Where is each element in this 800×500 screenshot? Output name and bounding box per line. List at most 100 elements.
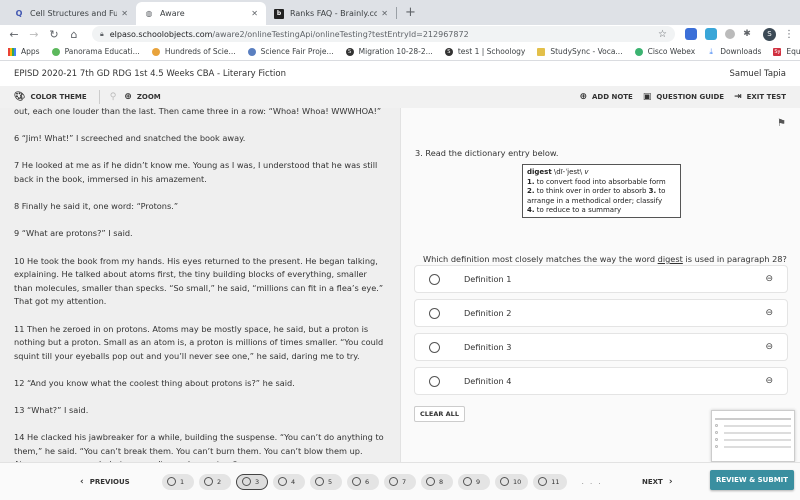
def-number: 4. <box>527 206 535 215</box>
schoology-icon: S <box>444 47 453 56</box>
answer-option-4[interactable]: Definition 4 ⊖ <box>414 367 788 395</box>
puzzle-icon[interactable]: ✱ <box>739 29 755 39</box>
profile-avatar[interactable]: S <box>763 27 776 41</box>
tab-title: Aware <box>160 9 185 18</box>
page-button-10[interactable]: 10 <box>495 473 529 490</box>
radio-button[interactable] <box>429 307 440 319</box>
next-button[interactable]: NEXT › <box>642 477 679 487</box>
zoom-in-button[interactable]: ⊕ ZOOM <box>124 92 161 102</box>
radio-button[interactable] <box>429 375 440 387</box>
prompt-text: Which definition most closely matches th… <box>423 254 658 264</box>
bookmark-label: Hundreds of Scie... <box>164 47 236 56</box>
bookmark-item[interactable]: Sy Equation Calculat... <box>773 47 800 56</box>
bookmark-item[interactable]: ⤓ Downloads <box>707 46 761 57</box>
back-icon[interactable]: ← <box>6 28 22 41</box>
page-number: 6 <box>365 477 370 486</box>
eliminate-icon[interactable]: ⊖ <box>765 274 773 284</box>
plus-circle-icon: ⊕ <box>579 92 587 102</box>
page-button-8[interactable]: 8 <box>421 473 453 490</box>
reload-icon[interactable]: ↻ <box>46 28 62 41</box>
zoom-in-icon: ⊕ <box>124 92 132 102</box>
lock-icon: 🔒︎ <box>100 29 104 38</box>
previous-button[interactable]: ‹ PREVIOUS <box>74 477 130 487</box>
close-tab-icon[interactable]: ✕ <box>121 9 128 18</box>
page-button-6[interactable]: 6 <box>347 473 379 490</box>
page-button-5[interactable]: 5 <box>310 473 342 490</box>
page-number: 9 <box>476 477 481 486</box>
zoom-out-icon[interactable]: ⚲ <box>110 92 117 102</box>
reading-passage[interactable]: out, each one louder than the last. Then… <box>0 108 400 462</box>
page-button-1[interactable]: 1 <box>162 473 194 490</box>
radio-button[interactable] <box>429 273 440 285</box>
page-button-2[interactable]: 2 <box>199 473 231 490</box>
close-tab-icon[interactable]: ✕ <box>381 9 388 18</box>
preview-row <box>715 445 791 448</box>
bookmark-label: Science Fair Proje... <box>260 47 334 56</box>
bookmark-item[interactable]: S Migration 10-28-2... <box>345 47 433 56</box>
symbolab-icon: Sy <box>773 47 782 56</box>
exit-test-button[interactable]: ⇥ EXIT TEST <box>734 92 786 102</box>
preview-row <box>715 438 791 441</box>
prompt-text: is used in paragraph 28? <box>682 254 787 264</box>
more-pages-ellipsis[interactable]: . . . <box>582 478 603 486</box>
bookmark-label: Apps <box>21 47 40 56</box>
eliminate-icon[interactable]: ⊖ <box>765 342 773 352</box>
question-guide-button[interactable]: ▣ QUESTION GUIDE <box>643 92 724 102</box>
passage-paragraph: 12 “And you know what the coolest thing … <box>14 377 295 388</box>
extension-icon[interactable] <box>705 28 717 40</box>
question-stem: 3. Read the dictionary entry below. <box>415 148 559 158</box>
answer-option-1[interactable]: Definition 1 ⊖ <box>414 265 788 293</box>
page-number: 2 <box>217 477 222 486</box>
bookmark-item[interactable]: Cisco Webex <box>634 47 695 56</box>
previous-label: PREVIOUS <box>89 477 130 486</box>
address-bar[interactable]: 🔒︎ elpaso.schoolobjects.com /aware2/onli… <box>92 26 675 42</box>
def-number: 2. <box>527 187 535 196</box>
page-button-9[interactable]: 9 <box>458 473 490 490</box>
def-text: to reduce to a summary <box>536 206 622 215</box>
bookmark-label: test 1 | Schoology <box>457 47 526 56</box>
bookmark-item[interactable]: S test 1 | Schoology <box>444 47 526 56</box>
browser-tab-brainly[interactable]: b Ranks FAQ - Brainly.com ✕ <box>266 2 396 25</box>
eliminate-icon[interactable]: ⊖ <box>765 308 773 318</box>
close-tab-icon[interactable]: ✕ <box>251 9 258 18</box>
bookmark-label: Equation Calculat... <box>786 47 800 56</box>
color-theme-button[interactable]: 🎨︎ COLOR THEME <box>14 92 87 102</box>
eliminate-icon[interactable]: ⊖ <box>765 376 773 386</box>
forward-icon[interactable]: → <box>26 28 42 41</box>
review-submit-button[interactable]: REVIEW & SUBMIT <box>710 470 794 490</box>
page-button-4[interactable]: 4 <box>273 473 305 490</box>
clear-all-button[interactable]: CLEAR ALL <box>414 406 465 422</box>
exit-test-label: EXIT TEST <box>746 93 786 101</box>
bookmark-item[interactable]: Hundreds of Scie... <box>151 47 236 56</box>
test-title: EPISD 2020-21 7th GD RDG 1st 4.5 Weeks C… <box>14 69 287 79</box>
preview-row <box>715 424 791 427</box>
add-note-button[interactable]: ⊕ ADD NOTE <box>579 92 632 102</box>
def-number: 1. <box>527 177 535 186</box>
browser-tab-aware[interactable]: ◍ Aware ✕ <box>136 2 266 25</box>
extension-icon[interactable] <box>685 28 697 40</box>
home-icon[interactable]: ⌂ <box>66 28 82 41</box>
answer-option-3[interactable]: Definition 3 ⊖ <box>414 333 788 361</box>
kebab-menu-icon[interactable]: ⋮ <box>784 29 794 40</box>
test-footer: ‹ PREVIOUS 1 2 3 4 5 6 7 8 9 10 11 . . .… <box>0 462 800 500</box>
radio-button[interactable] <box>429 341 440 353</box>
schoology-icon: S <box>345 47 354 56</box>
download-icon: ⤓ <box>709 46 713 56</box>
bookmark-item[interactable]: Science Fair Proje... <box>247 47 334 56</box>
bookmark-item[interactable]: Panorama Educati... <box>51 47 140 56</box>
answer-option-2[interactable]: Definition 2 ⊖ <box>414 299 788 327</box>
browser-tab-cell-structures[interactable]: Q Cell Structures and Functions ✕ <box>6 2 136 25</box>
bookmark-star-icon[interactable]: ☆ <box>658 29 667 40</box>
bookmark-apps[interactable]: Apps <box>8 47 40 56</box>
test-header: EPISD 2020-21 7th GD RDG 1st 4.5 Weeks C… <box>0 62 800 86</box>
bookmark-item[interactable]: StudySync - Voca... <box>537 47 623 56</box>
globe-icon: ◍ <box>145 9 153 18</box>
passage-paragraph: 10 He took the book from my hands. His e… <box>14 255 384 307</box>
page-button-11[interactable]: 11 <box>533 473 567 490</box>
extension-icon[interactable] <box>725 29 735 39</box>
page-button-3[interactable]: 3 <box>236 473 268 490</box>
flag-icon[interactable]: ⚑ <box>777 118 786 129</box>
exit-icon: ⇥ <box>734 92 742 102</box>
page-button-7[interactable]: 7 <box>384 473 416 490</box>
new-tab-button[interactable]: + <box>405 5 416 20</box>
